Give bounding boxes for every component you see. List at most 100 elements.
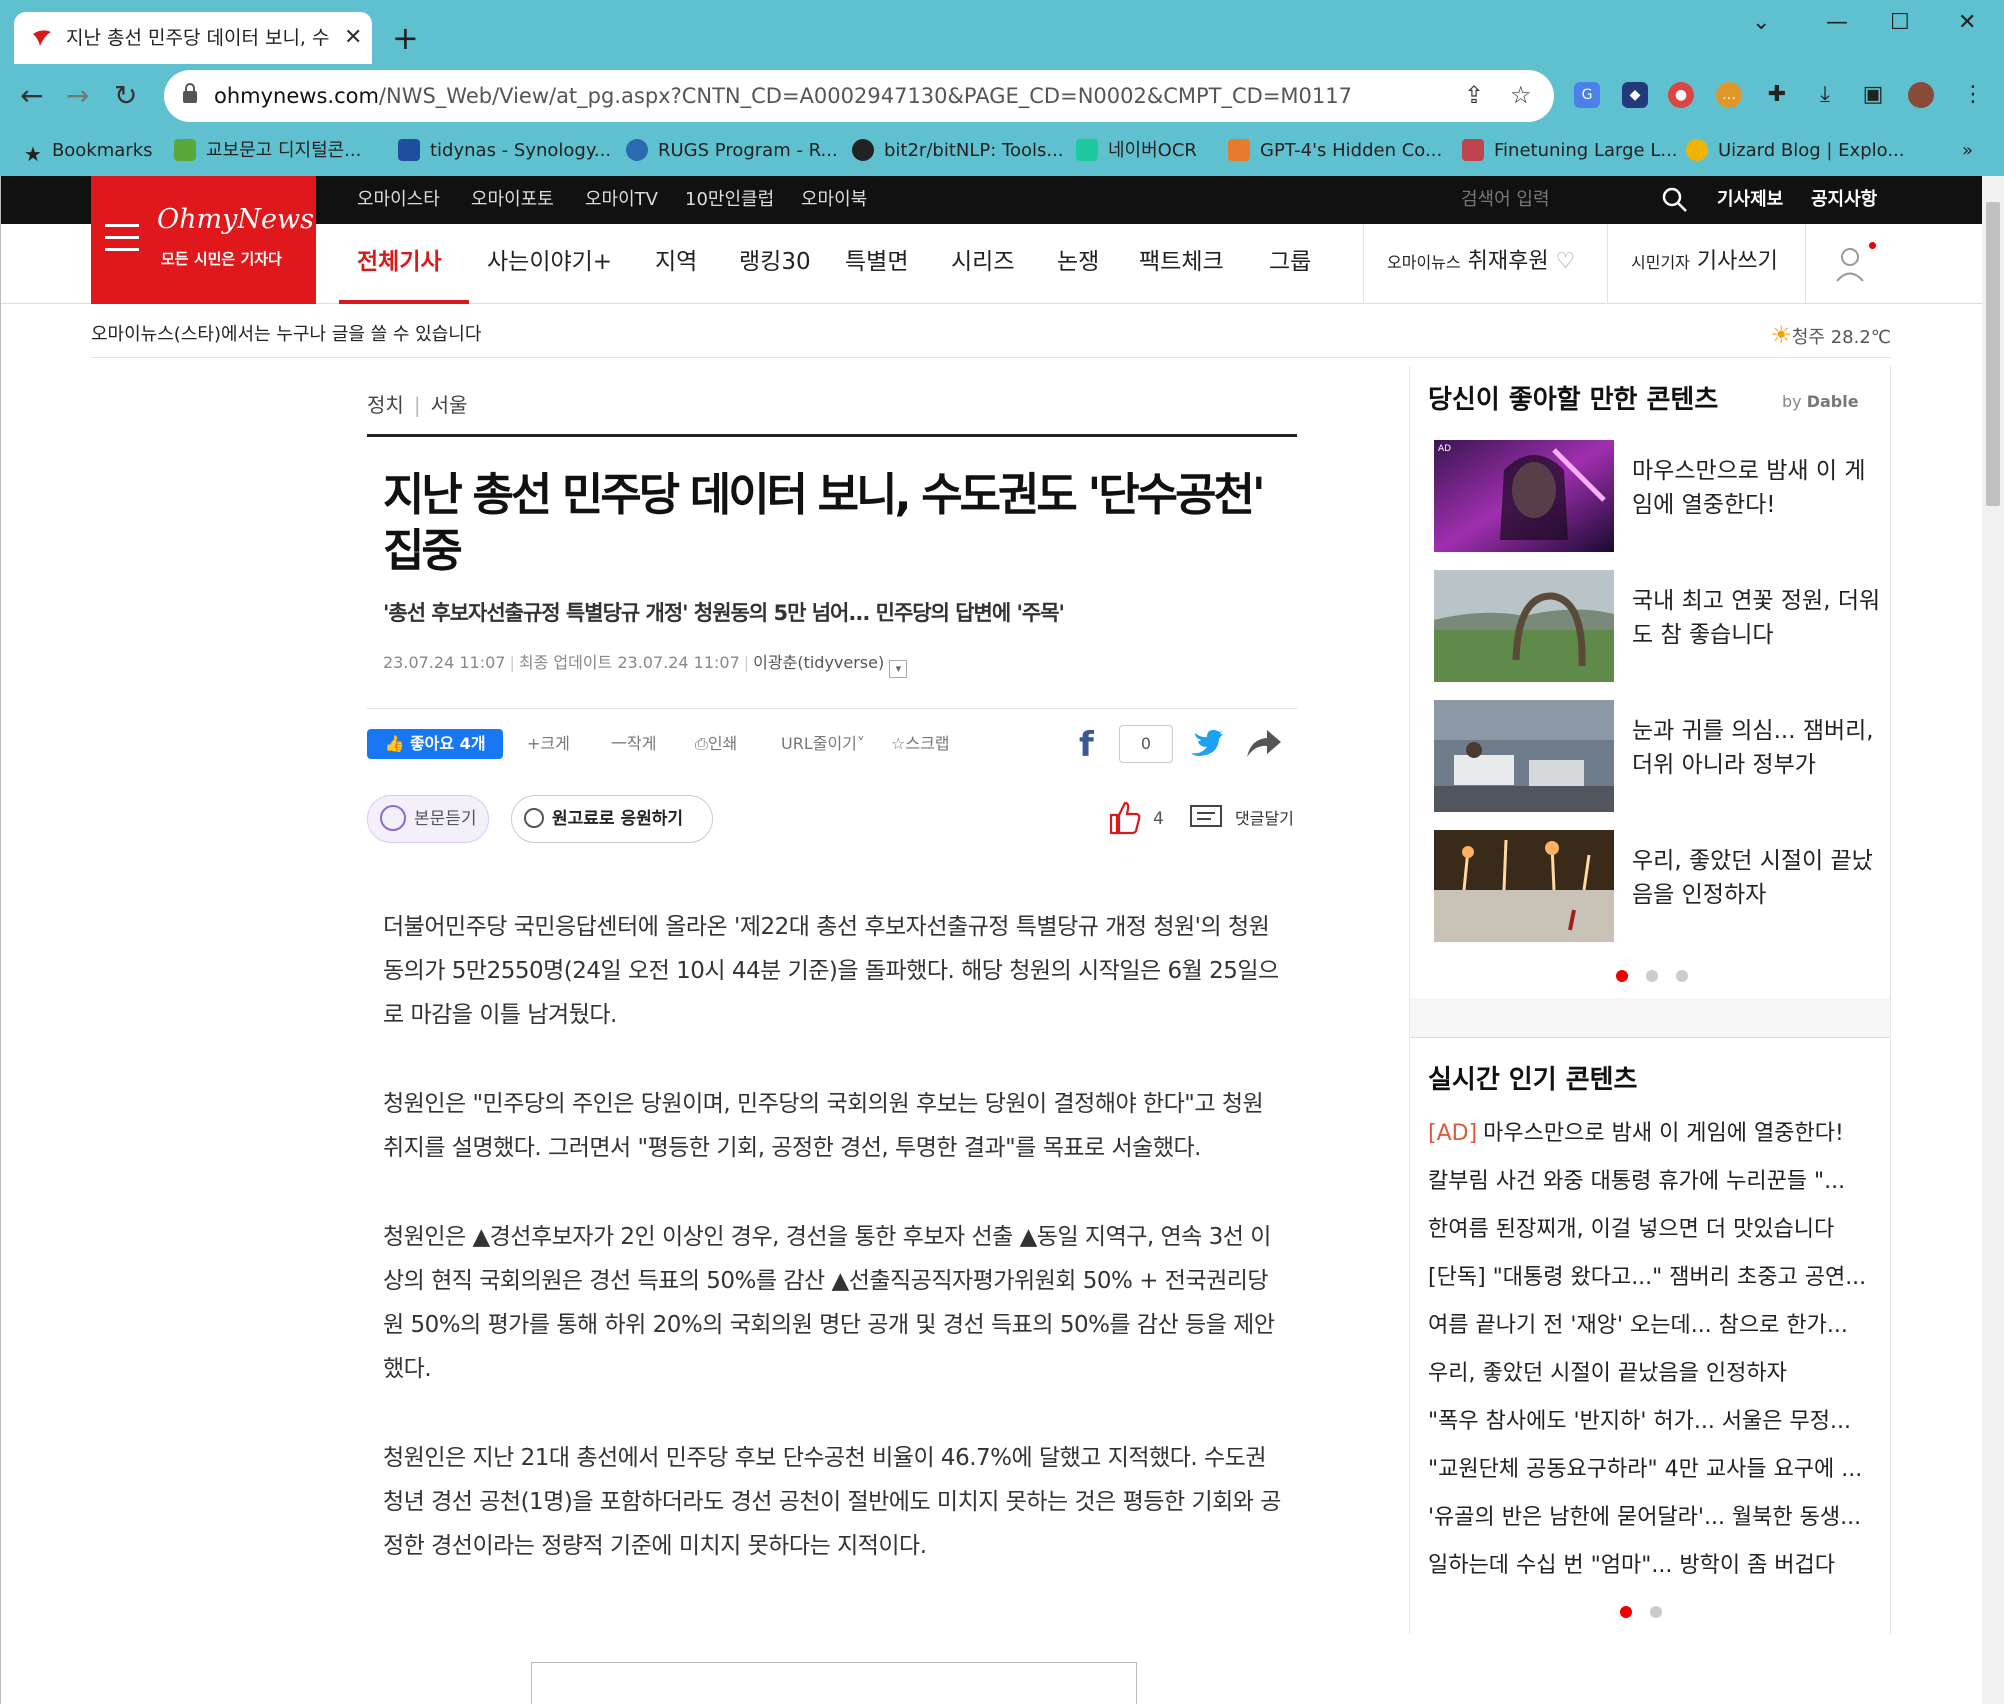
popular-item[interactable]: 일하는데 수십 번 "엄마"... 방학이 좀 버겁다 (1428, 1542, 1878, 1590)
recommend-thumb-icon[interactable] (1109, 801, 1141, 835)
scrollbar-thumb[interactable] (1986, 202, 2000, 506)
shorten-url-button[interactable]: URL줄이기˅ (781, 731, 865, 757)
url-text[interactable]: ohmynews.com/NWS_Web/View/at_pg.aspx?CNT… (214, 82, 1352, 110)
page-scrollbar[interactable] (1982, 176, 2004, 1704)
facebook-share-icon[interactable]: f (1079, 725, 1094, 765)
carousel-dot[interactable] (1650, 1606, 1662, 1618)
address-bar[interactable]: ohmynews.com/NWS_Web/View/at_pg.aspx?CNT… (164, 70, 1554, 122)
nav-debate[interactable]: 논쟁 (1057, 244, 1099, 280)
bookmark-item[interactable]: bit2r/bitNLP: Tools... (852, 136, 1064, 166)
bookmark-item[interactable]: GPT-4's Hidden Co... (1228, 136, 1442, 166)
search-icon[interactable] (1661, 186, 1689, 214)
notice-link[interactable]: 공지사항 (1811, 186, 1877, 214)
nav-region[interactable]: 지역 (655, 244, 697, 280)
bookmark-star-icon[interactable]: ☆ (1510, 80, 1532, 110)
popular-item[interactable]: 우리, 좋았던 시절이 끝났음을 인정하자 (1428, 1350, 1878, 1398)
more-bookmarks-icon[interactable]: » (1962, 136, 1973, 166)
share-arrow-icon[interactable] (1243, 725, 1283, 763)
popular-item[interactable]: "교원단체 공동요구하라" 4만 교사들 요구에 ... (1428, 1446, 1878, 1494)
translate-extension-icon[interactable]: G (1574, 82, 1600, 108)
nav-special[interactable]: 특별면 (845, 244, 908, 280)
uizard-icon (1686, 139, 1708, 161)
popular-item[interactable]: "폭우 참사에도 '반지하' 허가... 서울은 무정... (1428, 1398, 1878, 1446)
maximize-icon[interactable]: ☐ (1890, 8, 1910, 38)
profile-avatar[interactable] (1908, 82, 1934, 108)
reload-icon[interactable]: ↻ (114, 78, 137, 114)
nav-factcheck[interactable]: 팩트체크 (1139, 244, 1224, 280)
share-page-icon[interactable]: ⇪ (1464, 80, 1484, 110)
back-icon[interactable]: ← (20, 78, 43, 114)
sponsor-link[interactable]: 오마이뉴스 취재후원 ♡ (1387, 246, 1575, 279)
nav-all-articles[interactable]: 전체기사 (357, 244, 442, 280)
recommend-item[interactable]: AD 마우스만으로 밤새 이 게임에 열중한다! (1410, 434, 1890, 564)
chat-extension-icon[interactable]: … (1716, 82, 1742, 108)
facebook-like-button[interactable]: 👍 좋아요 4개 (367, 729, 503, 759)
bookmark-item[interactable]: Finetuning Large L... (1462, 136, 1678, 166)
carousel-dot[interactable] (1620, 1606, 1632, 1618)
forward-icon[interactable]: → (66, 78, 89, 114)
scrap-button[interactable]: ☆스크랩 (891, 731, 950, 757)
hamburger-menu-icon[interactable] (105, 224, 139, 254)
author-name[interactable]: 이광춘(tidyverse) (753, 653, 884, 672)
region-link[interactable]: 서울 (431, 393, 468, 417)
nav-group[interactable]: 그룹 (1269, 244, 1311, 280)
top-link[interactable]: 오마이스타 (357, 186, 440, 214)
extension-hex-icon[interactable]: ◆ (1622, 82, 1648, 108)
bookmark-item[interactable]: RUGS Program - R... (626, 136, 838, 166)
extensions-puzzle-icon[interactable]: ✚ (1764, 82, 1790, 108)
close-tab-icon[interactable]: ✕ (344, 24, 362, 52)
browser-tab[interactable]: 지난 총선 민주당 데이터 보니, 수 ✕ (14, 12, 372, 64)
popular-item[interactable]: [AD] 마우스만으로 밤새 이 게임에 열중한다! (1428, 1110, 1878, 1158)
bookmark-item[interactable]: 교보문고 디지털콘... (174, 136, 361, 166)
popular-item[interactable]: [단독] "대통령 왔다고..." 잼버리 초중고 공연... (1428, 1254, 1878, 1302)
close-window-icon[interactable]: ✕ (1958, 8, 1976, 38)
comment-link[interactable]: 댓글달기 (1235, 807, 1294, 831)
top-link[interactable]: 오마이포토 (471, 186, 554, 214)
listen-article-button[interactable]: 본문듣기 (367, 795, 489, 843)
popular-item[interactable]: 한여름 된장찌개, 이걸 넣으면 더 맛있습니다 (1428, 1206, 1878, 1254)
font-larger-button[interactable]: +크게 (527, 731, 570, 757)
new-tab-icon[interactable]: + (392, 20, 419, 56)
bookmark-item[interactable]: Uizard Blog | Explo... (1686, 136, 1905, 166)
support-writer-button[interactable]: 원고료로 응원하기 (511, 795, 713, 843)
side-panel-icon[interactable]: ▣ (1860, 82, 1886, 108)
category-link[interactable]: 정치 (367, 393, 404, 417)
top-link[interactable]: 오마이북 (801, 186, 867, 214)
minimize-icon[interactable]: — (1826, 8, 1848, 38)
report-link[interactable]: 기사제보 (1717, 186, 1783, 214)
user-icon[interactable] (1835, 246, 1865, 282)
comment-icon[interactable] (1189, 803, 1223, 833)
bookmarks-folder[interactable]: ★ Bookmarks (24, 136, 153, 166)
twitter-share-icon[interactable] (1187, 725, 1225, 763)
font-smaller-button[interactable]: 一작게 (611, 731, 656, 757)
top-link[interactable]: 오마이TV (585, 186, 658, 214)
nav-ranking[interactable]: 랭킹30 (739, 244, 811, 280)
bookmark-item[interactable]: tidynas - Synology... (398, 136, 611, 166)
nav-life[interactable]: 사는이야기+ (487, 244, 612, 280)
top-link[interactable]: 10만인클럽 (685, 186, 774, 214)
popular-item[interactable]: 칼부림 사건 와중 대통령 휴가에 누리꾼들 "... (1428, 1158, 1878, 1206)
popular-item[interactable]: 여름 끝나기 전 '재앙' 오는데... 참으로 한가... (1428, 1302, 1878, 1350)
author-dropdown-icon[interactable]: ▾ (889, 660, 908, 678)
tab-search-icon[interactable]: ⌄ (1752, 8, 1770, 38)
ohmynews-logo[interactable]: OhmyNews 모든 시민은 기자다 (91, 176, 316, 304)
popular-item[interactable]: '유골의 반은 남한에 묻어달라'... 월북한 동생... (1428, 1494, 1878, 1542)
recommend-item[interactable]: 우리, 좋았던 시절이 끝났음을 인정하자 (1410, 824, 1890, 954)
nav-series[interactable]: 시리즈 (951, 244, 1014, 280)
title-rule (367, 434, 1297, 437)
carousel-dots (1410, 1590, 1890, 1634)
color-picker-extension-icon[interactable]: ● (1668, 82, 1694, 108)
menu-kebab-icon[interactable]: ⋮ (1960, 82, 1986, 108)
carousel-dot[interactable] (1616, 970, 1628, 982)
dable-credit[interactable]: by Dable (1782, 392, 1859, 411)
recommend-item[interactable]: 눈과 귀를 의심... 잼버리, 더위 아니라 정부가 (1410, 694, 1890, 824)
search-input[interactable]: 검색어 입력 (1461, 186, 1550, 214)
embedded-figure (531, 1662, 1137, 1704)
bookmark-item[interactable]: 네이버OCR (1076, 136, 1197, 166)
carousel-dot[interactable] (1646, 970, 1658, 982)
write-article-link[interactable]: 시민기자 기사쓰기 (1631, 246, 1778, 279)
print-button[interactable]: ⎙인쇄 (695, 731, 737, 757)
carousel-dot[interactable] (1676, 970, 1688, 982)
download-icon[interactable]: ⤓ (1812, 82, 1838, 108)
recommend-item[interactable]: 국내 최고 연꽃 정원, 더워도 참 좋습니다 (1410, 564, 1890, 694)
